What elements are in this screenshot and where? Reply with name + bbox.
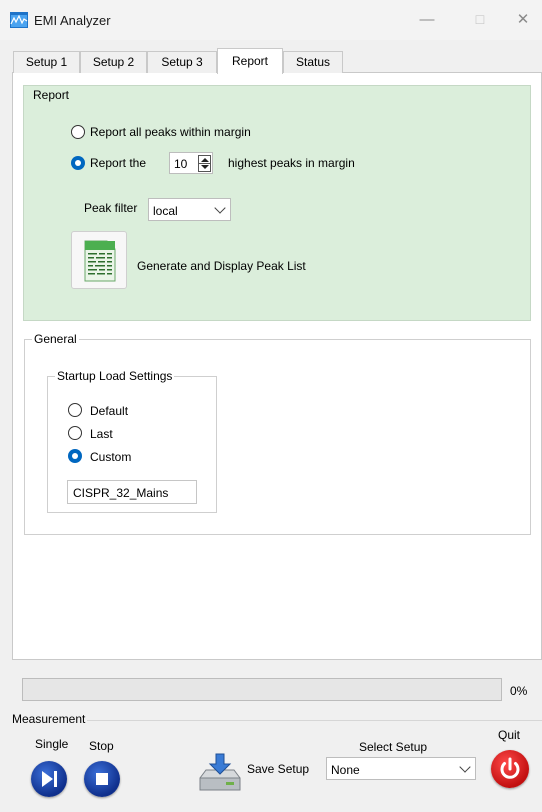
window-title: EMI Analyzer <box>34 13 111 28</box>
tab-setup-3[interactable]: Setup 3 <box>147 51 217 73</box>
progress-bar <box>22 678 502 701</box>
save-drive-icon <box>199 753 241 791</box>
tab-report[interactable]: Report <box>217 48 283 74</box>
report-top-label: Report the <box>90 156 147 170</box>
chevron-down-icon <box>459 761 471 773</box>
generate-peak-list-label[interactable]: Generate and Display Peak List <box>137 259 306 273</box>
spreadsheet-icon <box>84 240 116 282</box>
measurement-title: Measurement <box>10 712 88 726</box>
startup-default-radio[interactable] <box>68 403 82 417</box>
report-top-radio[interactable] <box>71 156 85 170</box>
startup-default-label: Default <box>90 404 129 418</box>
progress-percent: 0% <box>510 684 528 698</box>
startup-last-radio[interactable] <box>68 426 82 440</box>
quit-button[interactable] <box>491 750 529 788</box>
close-button[interactable]: ✕ <box>508 8 538 32</box>
custom-setup-value: CISPR_32_Mains <box>73 486 169 500</box>
spin-buttons[interactable] <box>198 155 211 172</box>
report-all-radio[interactable] <box>71 125 85 139</box>
select-setup-label: Select Setup <box>359 740 428 754</box>
app-logo-icon <box>10 12 28 28</box>
spin-divider <box>199 163 210 164</box>
stop-button[interactable] <box>84 761 120 797</box>
single-label: Single <box>35 737 69 751</box>
stop-icon <box>96 773 108 785</box>
play-step-icon <box>42 771 57 787</box>
report-group-title: Report <box>33 88 70 102</box>
spin-down-icon[interactable] <box>201 165 209 169</box>
single-button[interactable] <box>31 761 67 797</box>
custom-setup-input[interactable]: CISPR_32_Mains <box>67 480 197 504</box>
tab-setup-1[interactable]: Setup 1 <box>13 51 80 73</box>
spin-up-icon[interactable] <box>201 158 209 162</box>
report-all-label: Report all peaks within margin <box>90 125 251 139</box>
peak-filter-label: Peak filter <box>84 201 138 215</box>
startup-load-title: Startup Load Settings <box>55 369 175 383</box>
peak-filter-select[interactable]: local <box>148 198 231 221</box>
save-setup-label: Save Setup <box>247 762 310 776</box>
peak-count-value: 10 <box>174 157 188 171</box>
stop-label: Stop <box>89 739 114 753</box>
startup-custom-label: Custom <box>90 450 132 464</box>
tab-setup-2[interactable]: Setup 2 <box>80 51 147 73</box>
maximize-button[interactable]: ☐ <box>465 8 495 32</box>
peak-count-spinbox[interactable]: 10 <box>169 152 213 174</box>
measurement-divider <box>14 720 542 721</box>
peak-filter-value: local <box>153 204 178 218</box>
save-setup-button[interactable] <box>196 752 244 796</box>
general-group-title: General <box>32 332 79 346</box>
quit-label: Quit <box>498 728 521 742</box>
tab-status[interactable]: Status <box>283 51 343 73</box>
power-icon <box>500 757 520 779</box>
highest-peaks-label: highest peaks in margin <box>228 156 355 170</box>
minimize-button[interactable]: — <box>412 8 442 32</box>
generate-peak-list-icon-button[interactable] <box>71 231 127 289</box>
select-setup-dropdown[interactable]: None <box>326 757 476 780</box>
startup-last-label: Last <box>90 427 113 441</box>
select-setup-value: None <box>331 763 360 777</box>
startup-custom-radio[interactable] <box>68 449 82 463</box>
chevron-down-icon <box>214 202 226 214</box>
